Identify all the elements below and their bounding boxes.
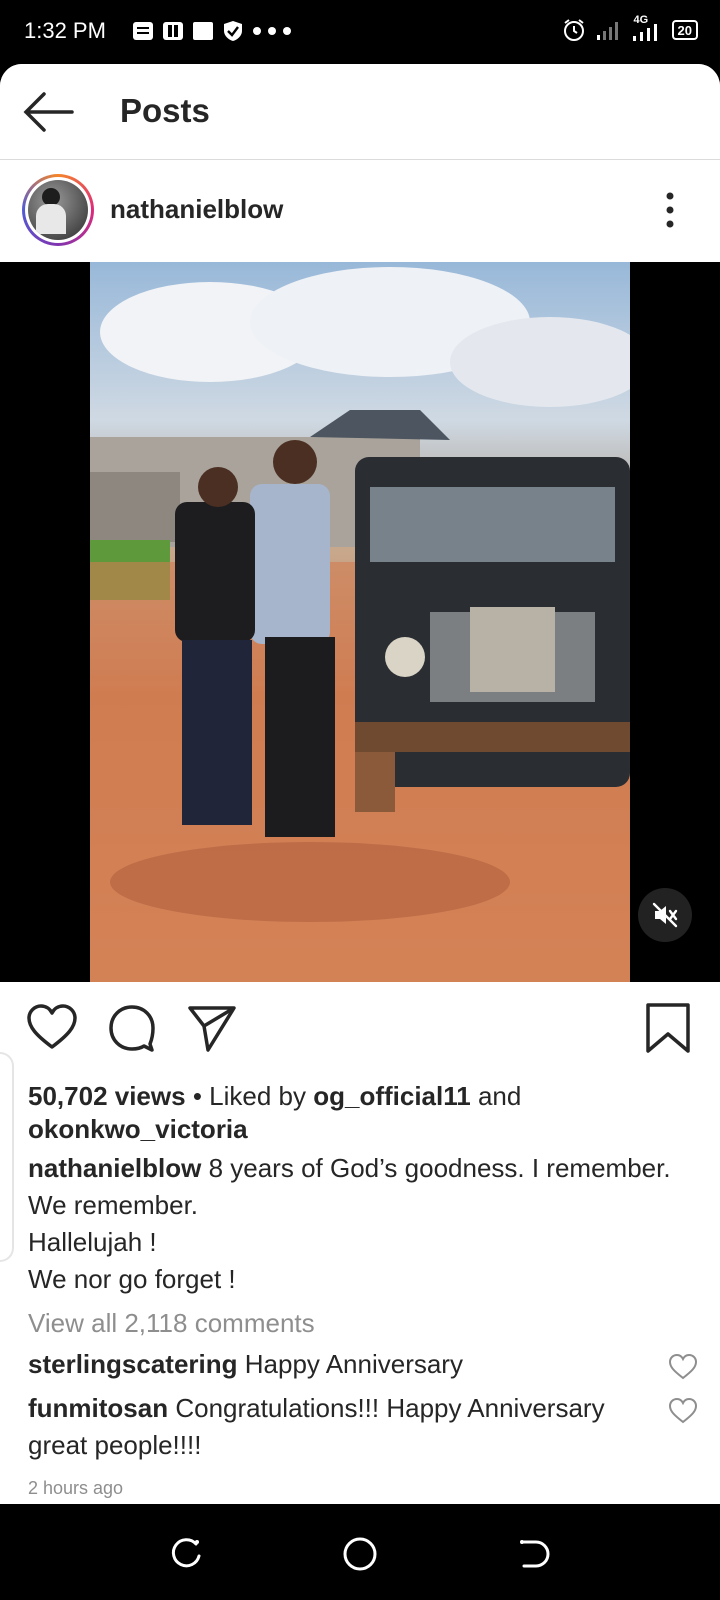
bookmark-icon[interactable] [642, 1002, 694, 1054]
status-time: 1:32 PM [24, 18, 106, 43]
comment-user[interactable]: sterlingscatering [28, 1349, 238, 1379]
avatar[interactable] [22, 174, 94, 246]
signal-icon [596, 22, 618, 40]
volume-muted-icon [652, 902, 678, 928]
comment-user[interactable]: funmitosan [28, 1393, 168, 1423]
square-icon [193, 22, 213, 40]
vertical-dots-icon[interactable] [660, 190, 680, 230]
network-type: 4G [632, 14, 662, 42]
portal-icon [163, 22, 183, 40]
heart-icon[interactable] [668, 1352, 698, 1382]
shield-icon [224, 21, 242, 41]
liked-user-1[interactable]: og_official11 [313, 1081, 471, 1111]
comment-item: funmitosan Congratulations!!! Happy Anni… [28, 1390, 648, 1464]
comment-item: sterlingscatering Happy Anniversary [28, 1346, 648, 1383]
caption-line-2: Hallelujah ! [28, 1227, 157, 1257]
home-icon[interactable] [340, 1534, 380, 1574]
avatar-figure-body [36, 204, 66, 234]
more-dots-icon [253, 27, 291, 35]
status-system-icons: 4G 20 [562, 14, 698, 42]
mute-button[interactable] [638, 888, 692, 942]
liked-user-2[interactable]: okonkwo_victoria [28, 1114, 248, 1144]
alarm-icon [563, 19, 584, 41]
heart-icon[interactable] [668, 1396, 698, 1426]
post-header: nathanielblow [0, 160, 720, 262]
posts-sheet: Posts nathanielblow 50,702 views • Liked… [0, 64, 720, 1504]
comment-icon[interactable] [106, 1002, 158, 1054]
post-stats: 50,702 views • Liked by og_official11 an… [28, 1080, 688, 1146]
post-video-frame[interactable] [90, 262, 630, 982]
page-title: Posts [120, 92, 210, 129]
battery-icon: 20 [671, 20, 698, 40]
system-nav-bar [0, 1504, 720, 1600]
recent-apps-icon[interactable] [166, 1534, 206, 1574]
caption-line-3: We nor go forget ! [28, 1264, 236, 1294]
post-timestamp: 2 hours ago [28, 1478, 124, 1498]
views-count[interactable]: 50,702 views [28, 1081, 186, 1111]
post-caption: nathanielblow 8 years of God’s goodness.… [28, 1150, 688, 1298]
message-icon [133, 22, 153, 40]
battery-level: 20 [677, 22, 692, 38]
caption-author[interactable]: nathanielblow [28, 1153, 201, 1183]
view-all-comments-link[interactable]: View all 2,118 comments [28, 1308, 315, 1339]
status-notification-icons [132, 20, 292, 42]
avatar-border [25, 177, 91, 243]
comment-text: Happy Anniversary [244, 1349, 463, 1379]
post-username[interactable]: nathanielblow [110, 194, 283, 225]
edge-panel-handle[interactable] [0, 1052, 14, 1262]
liked-and: and [477, 1081, 522, 1111]
scene-illustration [90, 267, 630, 982]
back-icon[interactable] [514, 1534, 554, 1574]
post-actions [0, 982, 720, 1074]
signal-4g-icon [632, 24, 657, 41]
post-media[interactable] [0, 262, 720, 982]
avatar-image [28, 180, 88, 240]
top-bar: Posts [0, 64, 720, 160]
share-icon[interactable] [186, 1002, 238, 1054]
liked-by-prefix: • Liked by [192, 1081, 306, 1111]
status-bar: 1:32 PM 4G 20 [0, 0, 720, 64]
heart-icon[interactable] [26, 1002, 78, 1054]
arrow-left-icon[interactable] [22, 90, 74, 134]
